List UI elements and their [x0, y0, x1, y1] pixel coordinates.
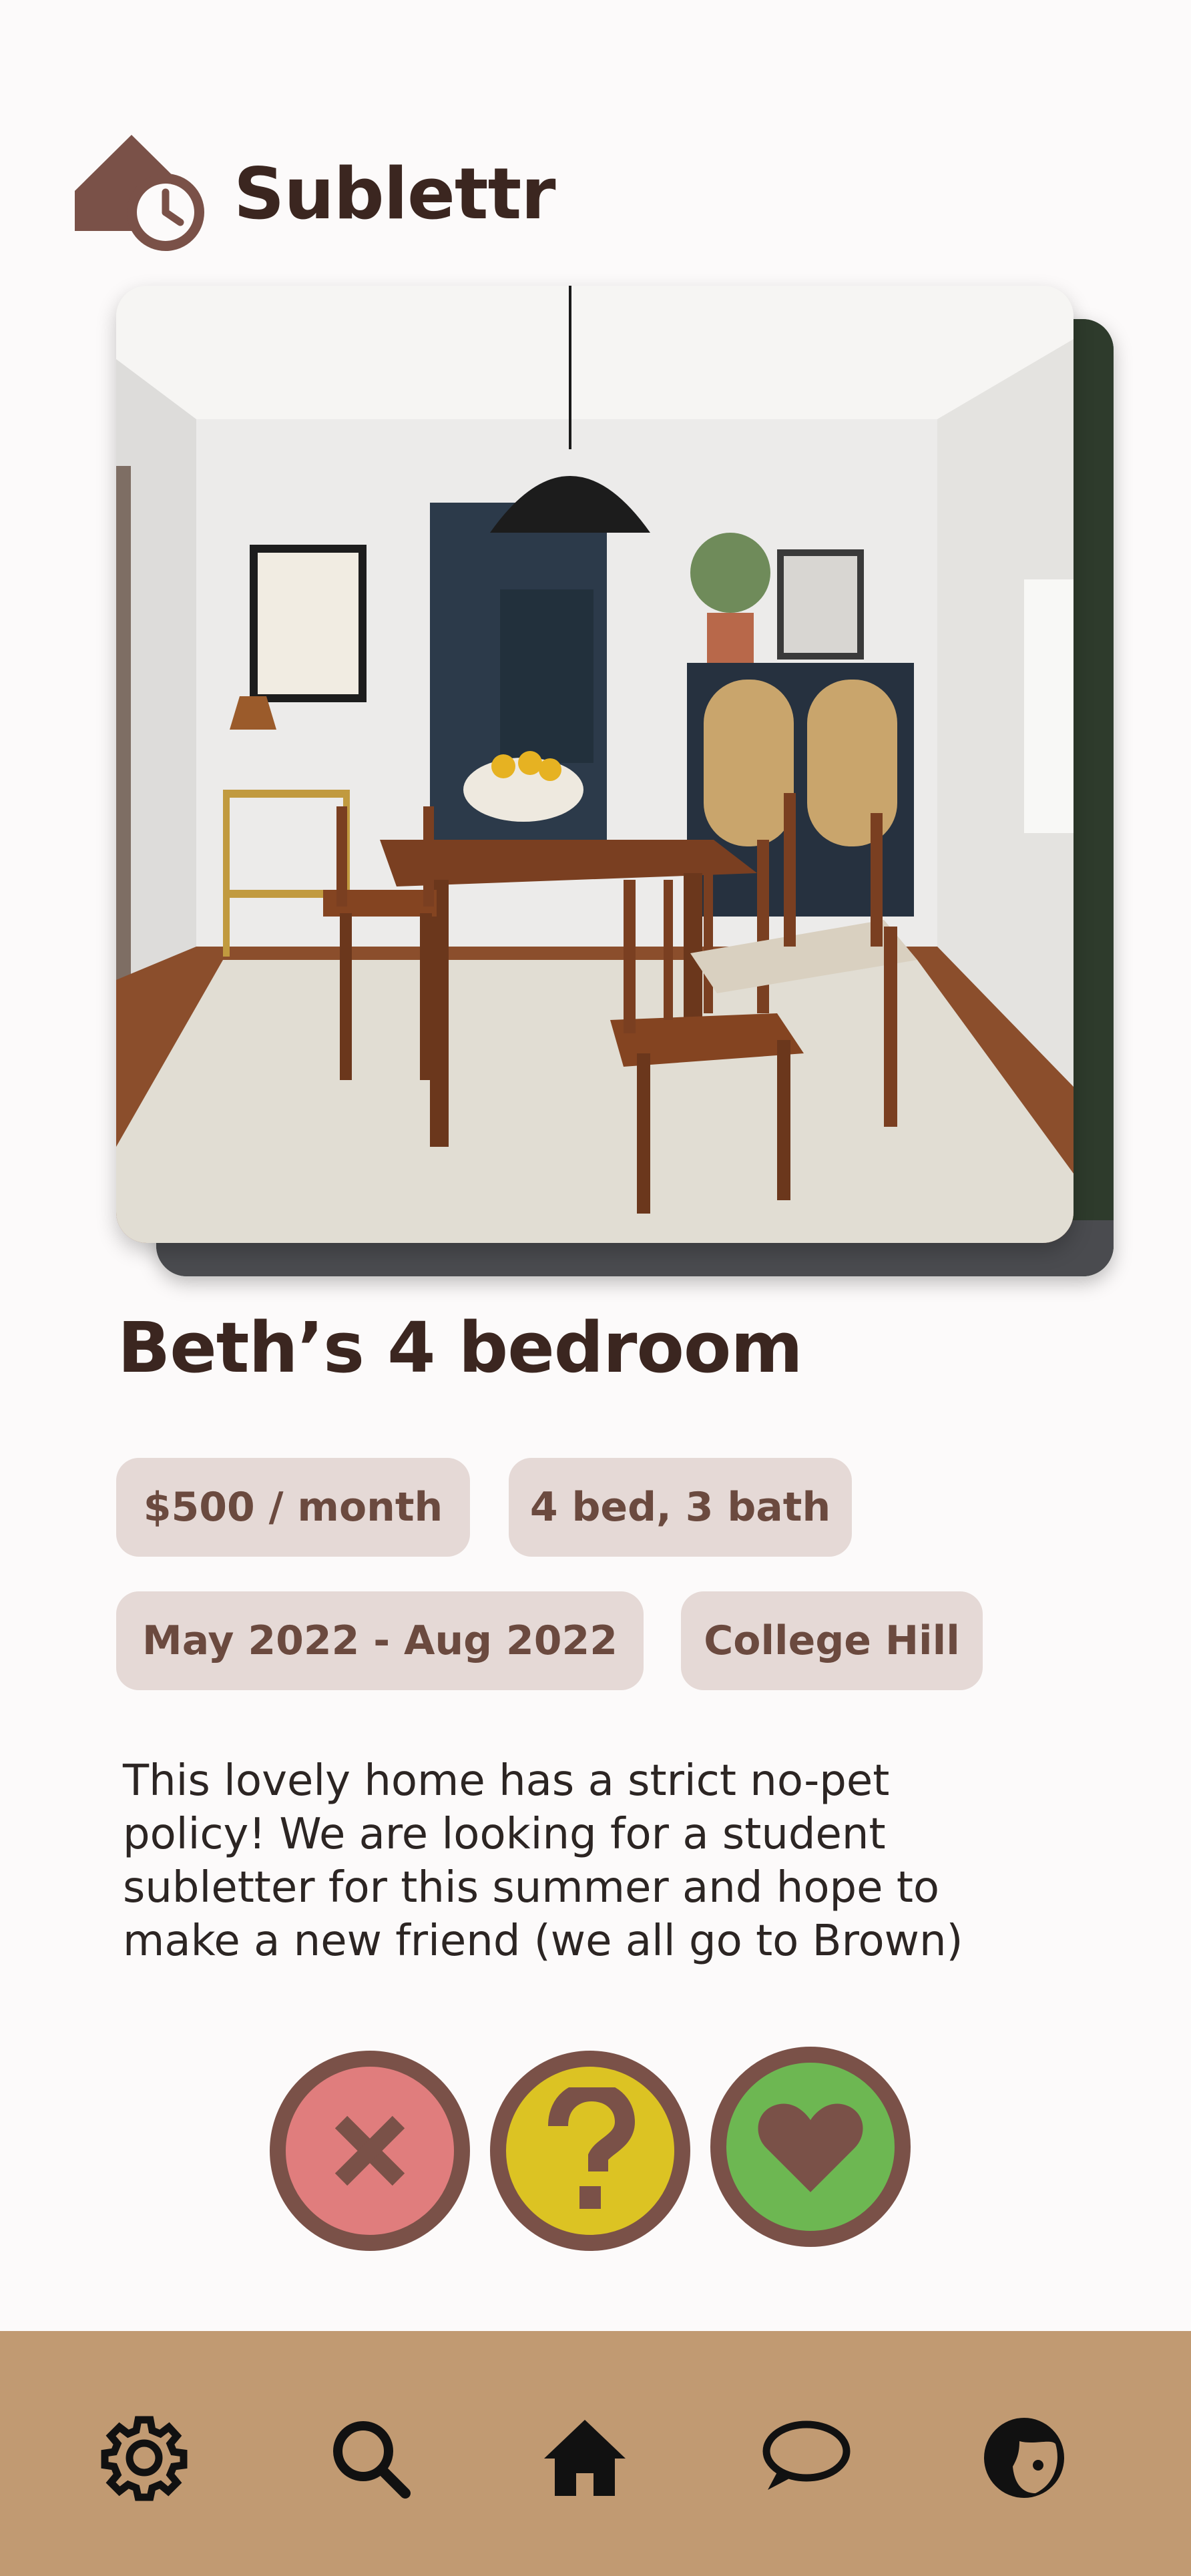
nav-search[interactable]: [323, 2411, 417, 2505]
nav-home[interactable]: [538, 2411, 632, 2505]
heart-icon: [758, 2103, 863, 2192]
listing-title: Beth’s 4 bedroom: [117, 1307, 803, 1388]
home-icon: [544, 2420, 626, 2496]
chat-bubble-icon: [762, 2420, 851, 2490]
nav-profile[interactable]: [977, 2411, 1071, 2505]
dates-badge: May 2022 - Aug 2022: [116, 1591, 644, 1690]
house-clock-icon: [75, 135, 204, 251]
like-button[interactable]: [710, 2047, 911, 2247]
nav-settings[interactable]: [97, 2411, 191, 2505]
app-logo: [75, 132, 208, 252]
reject-button[interactable]: [270, 2051, 470, 2251]
neighborhood-badge: College Hill: [681, 1591, 983, 1690]
question-mark-icon: [548, 2087, 636, 2209]
question-button[interactable]: [490, 2051, 690, 2251]
price-badge: $500 / month: [116, 1458, 470, 1557]
nav-messages[interactable]: [758, 2411, 852, 2505]
close-icon: [334, 2115, 405, 2186]
gear-icon: [101, 2416, 188, 2501]
listing-photo[interactable]: [116, 286, 1074, 1243]
profile-icon: [984, 2418, 1064, 2498]
beds-baths-badge: 4 bed, 3 bath: [509, 1458, 852, 1557]
listing-description: This lovely home has a strict no-pet pol…: [123, 1756, 963, 1966]
search-icon: [333, 2421, 411, 2499]
app-title: Sublettr: [234, 153, 556, 235]
